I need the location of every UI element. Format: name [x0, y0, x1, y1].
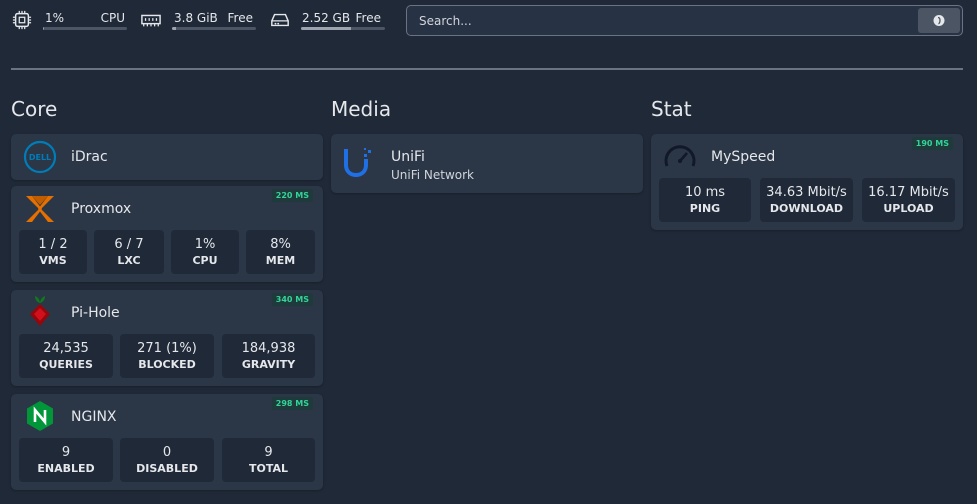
- stat-value: 8%: [270, 237, 291, 252]
- stat-value: 10 ms: [684, 185, 726, 200]
- stat-label: VMS: [39, 254, 67, 267]
- memory-icon: [141, 14, 161, 27]
- hard-drive-icon: [271, 13, 289, 27]
- group-title-stat: Stat: [651, 97, 692, 121]
- stat-value: 9: [61, 445, 71, 460]
- ping-badge: 220 MS: [271, 189, 313, 202]
- cpu-usage-fill: [43, 27, 44, 30]
- stat-value: 16.17 Mbit/s: [868, 185, 949, 200]
- stat-value: 1%: [194, 237, 216, 252]
- stat-block-upload: 16.17 Mbit/s UPLOAD: [862, 178, 955, 222]
- stat-block-cpu: 1% CPU: [171, 230, 239, 274]
- cpu-usage-bar: [43, 27, 127, 30]
- stat-label: DISABLED: [136, 462, 198, 475]
- speedometer-icon: [664, 145, 696, 167]
- stat-label: CPU: [192, 254, 218, 267]
- pihole-logo-icon: [30, 296, 50, 326]
- stat-block-total: 9 TOTAL: [222, 438, 315, 482]
- service-name: iDrac: [71, 149, 108, 165]
- stat-label: DOWNLOAD: [769, 202, 844, 215]
- stat-block-queries: 24,535 QUERIES: [19, 334, 113, 378]
- cpu-icon: [12, 10, 32, 30]
- disk-usage-fill: [301, 27, 352, 30]
- stat-label: TOTAL: [248, 462, 289, 475]
- stat-label: GRAVITY: [241, 358, 296, 371]
- service-name: Pi-Hole: [71, 305, 120, 321]
- stat-value: 1 / 2: [38, 237, 68, 252]
- service-card-myspeed[interactable]: MySpeed 190 MS 10 ms PING 34.63 Mbit/s D…: [651, 134, 963, 230]
- stat-label: QUERIES: [39, 358, 93, 371]
- service-card-idrac[interactable]: DELL iDrac: [11, 134, 323, 180]
- service-description: UniFi Network: [391, 168, 475, 182]
- stat-label: BLOCKED: [138, 358, 196, 371]
- disk-label: Free: [355, 11, 381, 25]
- header-divider: [11, 68, 963, 70]
- stat-block-download: 34.63 Mbit/s DOWNLOAD: [760, 178, 853, 222]
- stat-block-mem: 8% MEM: [246, 230, 315, 274]
- service-name: MySpeed: [711, 149, 776, 165]
- stat-block-enabled: 9 ENABLED: [19, 438, 113, 482]
- memory-usage-bar: [172, 27, 256, 30]
- service-name: Proxmox: [71, 201, 132, 217]
- stat-value: 271 (1%): [137, 341, 197, 356]
- duckduckgo-icon: [933, 15, 945, 26]
- stat-value: 24,535: [43, 341, 89, 356]
- memory-value: 3.8 GiB: [174, 11, 218, 25]
- stat-value: 9: [264, 445, 273, 460]
- disk-widget: 2.52 GB Free: [269, 8, 387, 34]
- stat-block-lxc: 6 / 7 LXC: [94, 230, 164, 274]
- search-box: [406, 5, 963, 36]
- memory-widget: 3.8 GiB Free: [140, 8, 260, 34]
- memory-label: Free: [227, 11, 253, 25]
- service-name: UniFi: [391, 149, 425, 165]
- stat-label: ENABLED: [37, 462, 95, 475]
- stat-block-gravity: 184,938 GRAVITY: [222, 334, 315, 378]
- disk-usage-bar: [301, 27, 385, 30]
- stat-block-ping: 10 ms PING: [659, 178, 751, 222]
- stat-label: LXC: [117, 254, 141, 267]
- stat-label: PING: [689, 202, 721, 215]
- nginx-logo-icon: [27, 401, 53, 431]
- group-title-media: Media: [331, 97, 392, 121]
- memory-usage-fill: [172, 27, 177, 30]
- stat-block-blocked: 271 (1%) BLOCKED: [120, 334, 214, 378]
- proxmox-logo-icon: [26, 196, 54, 222]
- stat-label: MEM: [265, 254, 296, 267]
- stat-value: 34.63 Mbit/s: [766, 185, 847, 200]
- stat-block-disabled: 0 DISABLED: [120, 438, 214, 482]
- stat-value: 0: [162, 445, 172, 460]
- unifi-logo-icon: [344, 148, 371, 177]
- cpu-value: 1%: [45, 11, 65, 25]
- service-name: NGINX: [71, 409, 117, 425]
- service-card-pihole[interactable]: Pi-Hole 340 MS 24,535 QUERIES 271 (1%) B…: [11, 290, 323, 386]
- service-card-unifi[interactable]: UniFi UniFi Network: [331, 134, 643, 193]
- stat-label: UPLOAD: [883, 202, 934, 215]
- cpu-widget: 1% CPU: [11, 8, 129, 34]
- search-engine-button[interactable]: [918, 8, 960, 33]
- stat-value: 6 / 7: [114, 237, 144, 252]
- dell-logo-icon: DELL: [23, 140, 57, 174]
- ping-badge: 340 MS: [271, 293, 313, 306]
- service-card-nginx[interactable]: NGINX 298 MS 9 ENABLED 0 DISABLED 9 TOTA…: [11, 394, 323, 490]
- dell-logo-text: DELL: [29, 153, 51, 162]
- group-title-core: Core: [11, 97, 58, 121]
- disk-value: 2.52 GB: [302, 11, 351, 25]
- cpu-label: CPU: [100, 11, 125, 25]
- stat-value: 184,938: [241, 341, 296, 356]
- ping-badge: 298 MS: [271, 397, 313, 410]
- top-bar: 1% CPU 3.8 GiB Free 2.52 GB Free: [0, 0, 977, 42]
- service-card-proxmox[interactable]: Proxmox 220 MS 1 / 2 VMS 6 / 7 LXC 1% CP…: [11, 186, 323, 282]
- stat-block-vms: 1 / 2 VMS: [19, 230, 87, 274]
- ping-badge: 190 MS: [911, 137, 953, 150]
- search-input[interactable]: [407, 6, 917, 35]
